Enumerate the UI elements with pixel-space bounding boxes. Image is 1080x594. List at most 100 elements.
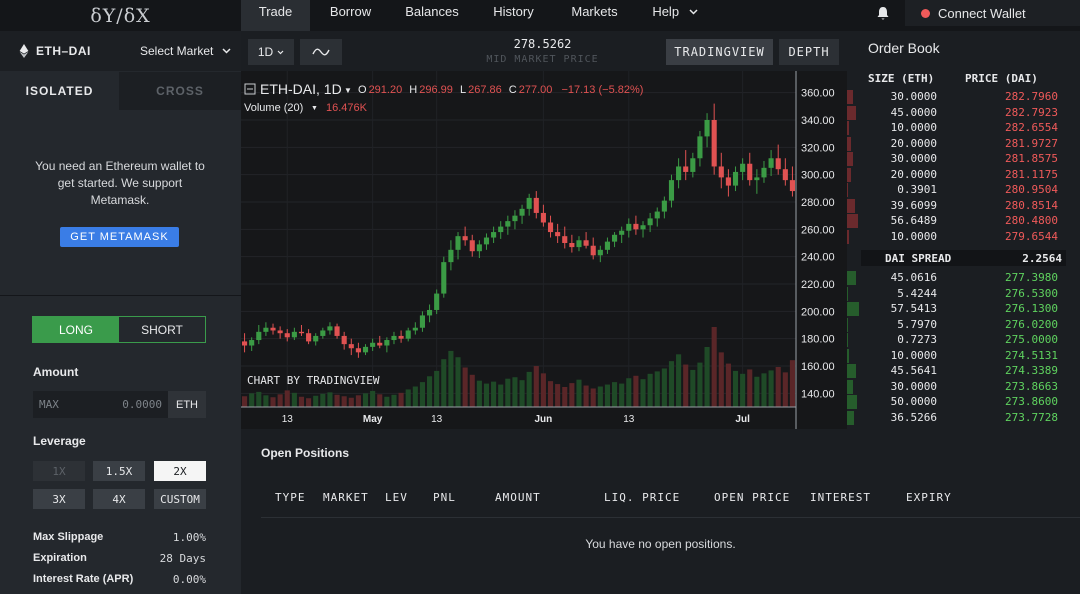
volume-bar xyxy=(491,381,497,407)
ask-row[interactable]: 10.0000 279.6544 xyxy=(847,229,1080,244)
open-value: 291.20 xyxy=(369,84,403,96)
ask-row[interactable]: 20.0000 281.1175 xyxy=(847,167,1080,182)
interval-label: 1D xyxy=(257,45,274,59)
ask-price: 282.7960 xyxy=(1005,90,1058,103)
short-button[interactable]: SHORT xyxy=(119,317,205,342)
connect-wallet-button[interactable]: Connect Wallet xyxy=(905,0,1080,26)
ask-row[interactable]: 45.0000 282.7923 xyxy=(847,105,1080,120)
volume-legend[interactable]: Volume (20) xyxy=(244,102,303,114)
price-axis: 360.00 340.00 320.00 300.00 280.00 260.00 240.… xyxy=(801,88,835,401)
depth-tab[interactable]: DEPTH xyxy=(779,39,839,65)
empty-state: You have no open positions. xyxy=(585,537,736,551)
ask-row[interactable]: 0.3901 280.9504 xyxy=(847,182,1080,197)
candle xyxy=(327,326,333,331)
notifications-button[interactable] xyxy=(865,0,901,26)
volume-bar xyxy=(377,394,383,407)
chart-style-button[interactable] xyxy=(300,39,342,65)
logo[interactable]: δY/δX xyxy=(0,0,241,31)
bid-size: 0.7273 xyxy=(897,333,937,346)
bid-depth-bar xyxy=(847,410,855,425)
ask-row[interactable]: 20.0000 281.9727 xyxy=(847,136,1080,151)
time-axis: 13 May 13 Jun 13 Jul xyxy=(282,414,750,425)
bid-price: 275.0000 xyxy=(1005,333,1058,346)
nav-help[interactable]: Help xyxy=(635,0,715,31)
max-slippage-value[interactable]: 1.00% xyxy=(173,531,206,544)
get-metamask-button[interactable]: GET METAMASK xyxy=(60,227,179,247)
select-market-label: Select Market xyxy=(140,44,214,58)
price-chart[interactable]: 360.00 340.00 320.00 300.00 280.00 260.00 240.… xyxy=(241,71,847,429)
bid-row[interactable]: 0.7273 275.0000 xyxy=(847,332,1080,347)
mid-market-price: 278.5262 MID MARKET PRICE xyxy=(471,37,614,65)
volume-bar xyxy=(789,360,795,407)
bid-row[interactable]: 5.7970 276.0200 xyxy=(847,317,1080,332)
long-button[interactable]: LONG xyxy=(33,317,119,342)
volume-bar xyxy=(754,376,760,407)
volume-bar xyxy=(398,392,404,407)
candle xyxy=(483,237,490,245)
nav-trade[interactable]: Trade xyxy=(241,0,310,31)
leverage-1x[interactable]: 1X xyxy=(33,461,85,481)
volume-bar xyxy=(462,367,468,407)
bid-row[interactable]: 45.5641 274.3389 xyxy=(847,363,1080,378)
col-interest: INTEREST xyxy=(810,491,871,504)
candle xyxy=(348,344,354,349)
leverage-1-5x[interactable]: 1.5X xyxy=(93,461,145,481)
volume-bar xyxy=(676,354,682,407)
volume-bar xyxy=(284,390,290,407)
ask-row[interactable]: 10.0000 282.6554 xyxy=(847,120,1080,135)
interest-row: Interest Rate (APR) 0.00% xyxy=(33,573,206,586)
candle xyxy=(334,326,340,336)
chevron-down-icon[interactable]: ▼ xyxy=(311,105,318,112)
bid-row[interactable]: 36.5266 273.7728 xyxy=(847,410,1080,425)
tab-cross[interactable]: CROSS xyxy=(119,72,241,110)
ask-row[interactable]: 56.6489 280.4800 xyxy=(847,213,1080,228)
candle xyxy=(732,171,739,186)
bid-row[interactable]: 57.5413 276.1300 xyxy=(847,301,1080,316)
leverage-2x[interactable]: 2X xyxy=(154,461,206,481)
nav-history[interactable]: History xyxy=(473,0,554,31)
nav-markets[interactable]: Markets xyxy=(554,0,635,31)
ask-row[interactable]: 39.6099 280.8514 xyxy=(847,198,1080,213)
candle xyxy=(626,223,632,231)
bid-row[interactable]: 10.0000 274.5131 xyxy=(847,348,1080,363)
order-book: Order Book SIZE (ETH) PRICE (DAI) 30.000… xyxy=(847,31,1080,429)
nav-borrow[interactable]: Borrow xyxy=(310,0,391,31)
candle xyxy=(284,333,290,338)
leverage-custom[interactable]: CUSTOM xyxy=(154,489,206,509)
candle xyxy=(540,212,546,223)
select-market-dropdown[interactable]: Select Market xyxy=(140,44,231,58)
expiration-value[interactable]: 28 Days xyxy=(160,552,206,565)
interval-dropdown[interactable]: 1D xyxy=(248,39,294,65)
ask-row[interactable]: 30.0000 281.8575 xyxy=(847,151,1080,166)
bid-row[interactable]: 45.0616 277.3980 xyxy=(847,270,1080,285)
ask-row[interactable]: 30.0000 282.7960 xyxy=(847,89,1080,104)
volume-bar xyxy=(612,382,618,407)
volume-bar xyxy=(370,390,376,407)
chevron-down-icon xyxy=(277,50,284,54)
nav-balances[interactable]: Balances xyxy=(391,0,473,31)
amount-input[interactable]: MAX 0.0000 xyxy=(33,391,168,418)
candle xyxy=(505,221,511,227)
bid-price: 273.7728 xyxy=(1005,410,1058,424)
candle xyxy=(640,225,646,230)
ask-depth-bar xyxy=(847,183,848,197)
volume-bar xyxy=(355,395,361,407)
tab-isolated[interactable]: ISOLATED xyxy=(0,72,119,110)
ohlc-readout: O 291.20 H 296.99 L 267.86 C 277.00 −17.13 (… xyxy=(358,84,643,96)
bid-row[interactable]: 50.0000 273.8600 xyxy=(847,394,1080,409)
ask-size: 30.0000 xyxy=(890,90,937,103)
chart-symbol[interactable]: ETH-DAI, 1D xyxy=(260,81,342,97)
nav-help-label: Help xyxy=(652,4,680,19)
ask-depth-bar xyxy=(847,167,851,182)
bid-row[interactable]: 30.0000 273.8663 xyxy=(847,379,1080,394)
high-value: 296.99 xyxy=(419,84,453,96)
volume-bar xyxy=(626,378,632,407)
leverage-4x[interactable]: 4X xyxy=(93,489,145,509)
chevron-down-icon[interactable]: ▼ xyxy=(344,86,352,95)
bid-row[interactable]: 5.4244 276.5300 xyxy=(847,286,1080,301)
amount-max[interactable]: MAX xyxy=(39,398,59,411)
volume-bar xyxy=(277,394,283,407)
leverage-3x[interactable]: 3X xyxy=(33,489,85,509)
tradingview-tab[interactable]: TRADINGVIEW xyxy=(666,39,773,65)
spread-value: 2.2564 xyxy=(1022,252,1062,265)
